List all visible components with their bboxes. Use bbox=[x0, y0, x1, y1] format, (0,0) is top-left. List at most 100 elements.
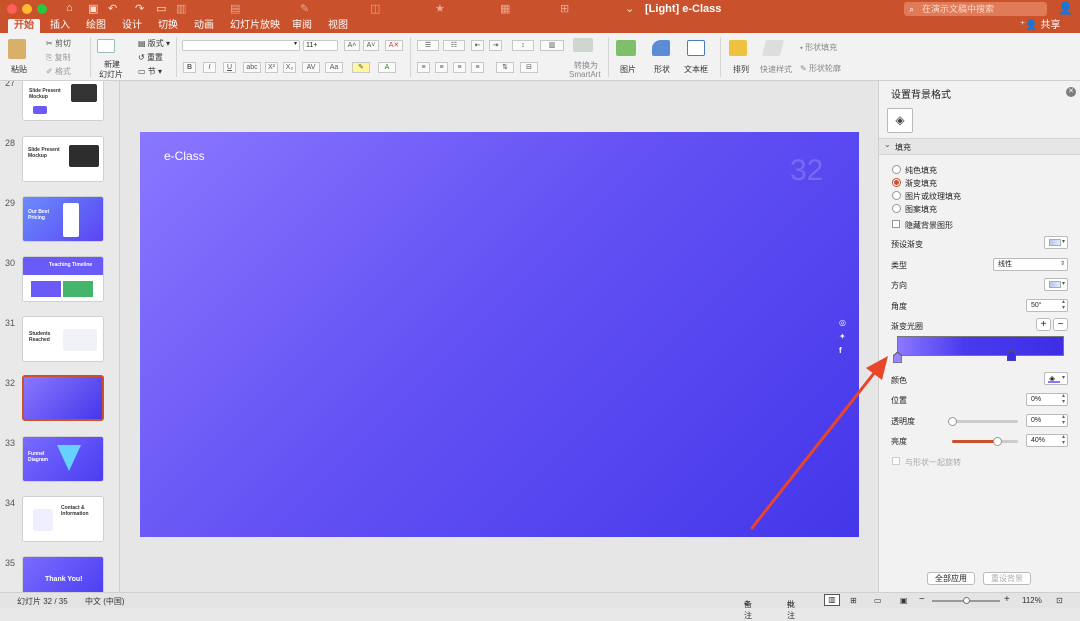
option-gradient-fill[interactable]: 渐变填充 bbox=[905, 178, 937, 189]
slide-thumbnail-27[interactable]: Slide Present Mockup bbox=[22, 81, 104, 121]
slide-thumbnail-34[interactable]: Contact & Information bbox=[22, 496, 104, 542]
add-stop-button[interactable]: + bbox=[1036, 318, 1051, 331]
underline-button[interactable]: U bbox=[223, 62, 236, 73]
highlight-button[interactable]: ✎ bbox=[352, 62, 370, 73]
numbering-button[interactable]: ☷ bbox=[443, 40, 465, 51]
shape-outline-button[interactable]: ✎ 形状轮廓 bbox=[800, 63, 841, 74]
close-panel-button[interactable]: ✕ bbox=[1066, 87, 1076, 97]
fit-to-window-icon[interactable]: ⊡ bbox=[1056, 596, 1063, 605]
normal-view-icon[interactable]: ▥ bbox=[824, 594, 840, 606]
slide-thumbnail-29[interactable]: Our Best Pricing bbox=[22, 196, 104, 242]
minimize-window-button[interactable] bbox=[22, 4, 32, 14]
zoom-level[interactable]: 112% bbox=[1022, 596, 1042, 605]
smartart-label-2[interactable]: SmartArt bbox=[569, 70, 601, 79]
strikethrough-button[interactable]: abc bbox=[243, 62, 261, 73]
tab-draw[interactable]: 绘图 bbox=[80, 19, 112, 33]
brightness-slider-handle[interactable] bbox=[993, 437, 1002, 446]
reading-view-icon[interactable]: ▭ bbox=[874, 596, 882, 605]
radio-gradient-fill[interactable] bbox=[892, 178, 901, 187]
gradient-stops-bar[interactable] bbox=[897, 336, 1064, 356]
language-status[interactable]: 中文 (中国) bbox=[85, 596, 125, 607]
decrease-font-button[interactable]: A˅ bbox=[363, 40, 379, 51]
slide-title[interactable]: e-Class bbox=[164, 149, 205, 163]
paste-label[interactable]: 粘贴 bbox=[11, 64, 27, 75]
tab-view[interactable]: 视图 bbox=[322, 19, 354, 33]
home-icon[interactable]: ⌂ bbox=[66, 2, 73, 14]
slide-thumbnail-33[interactable]: Funnel Diagram bbox=[22, 436, 104, 482]
color-dropdown[interactable]: ◈ ▾ bbox=[1044, 372, 1068, 385]
customize-toolbar-icon[interactable]: ⌄ bbox=[625, 2, 634, 15]
share-button[interactable]: ⁺👤 共享 bbox=[1020, 19, 1061, 33]
align-text-button[interactable]: ⊟ bbox=[520, 62, 538, 73]
gradient-stop-1[interactable] bbox=[1007, 350, 1016, 361]
radio-pattern-fill[interactable] bbox=[892, 204, 901, 213]
align-center-button[interactable]: ≡ bbox=[435, 62, 448, 73]
toolbar-icon[interactable]: ▦ bbox=[500, 2, 510, 15]
tab-design[interactable]: 设计 bbox=[116, 19, 148, 33]
cut-button[interactable]: ✂ 剪切 bbox=[46, 38, 71, 49]
toolbar-icon[interactable]: ▥ bbox=[176, 2, 186, 15]
picture-icon[interactable] bbox=[616, 40, 636, 56]
radio-solid-fill[interactable] bbox=[892, 165, 901, 174]
tab-home[interactable]: 开始 bbox=[8, 19, 40, 33]
reset-background-button[interactable]: 重设背景 bbox=[983, 572, 1031, 585]
textbox-label[interactable]: 文本框 bbox=[684, 64, 708, 75]
section-button[interactable]: ▭ 节 ▾ bbox=[138, 66, 162, 77]
toolbar-icon[interactable]: ▤ bbox=[230, 2, 240, 15]
zoom-out-button[interactable]: − bbox=[919, 594, 925, 605]
subscript-button[interactable]: X₂ bbox=[283, 62, 296, 73]
toolbar-icon[interactable]: ⊞ bbox=[560, 2, 569, 15]
decrease-indent-button[interactable]: ⇤ bbox=[471, 40, 484, 51]
fill-tab[interactable]: ◈ bbox=[887, 108, 913, 133]
gradient-stop-0[interactable] bbox=[893, 352, 902, 363]
slide-thumbnail-35[interactable]: Thank You! bbox=[22, 556, 104, 592]
zoom-window-button[interactable] bbox=[37, 4, 47, 14]
type-dropdown[interactable]: 线性 ⇕ bbox=[993, 258, 1068, 271]
slideshow-view-icon[interactable]: ▣ bbox=[900, 596, 908, 605]
close-window-button[interactable] bbox=[7, 4, 17, 14]
columns-button[interactable]: ▥ bbox=[540, 40, 564, 51]
clear-format-button[interactable]: A✕ bbox=[385, 40, 403, 51]
bullets-button[interactable]: ☰ bbox=[417, 40, 439, 51]
account-icon[interactable]: 👤 bbox=[1058, 1, 1073, 15]
arrange-icon[interactable] bbox=[729, 40, 747, 56]
transparency-slider[interactable] bbox=[952, 420, 1018, 423]
slide-canvas[interactable]: e-Class 32 ◎ ✦ f bbox=[140, 132, 859, 537]
increase-font-button[interactable]: A˄ bbox=[344, 40, 360, 51]
tab-insert[interactable]: 插入 bbox=[44, 19, 76, 33]
toolbar-icon[interactable]: ◫ bbox=[370, 2, 380, 15]
angle-input[interactable]: 50° ▴ ▾ bbox=[1026, 299, 1068, 312]
hide-background-checkbox[interactable] bbox=[892, 220, 900, 228]
align-right-button[interactable]: ≡ bbox=[453, 62, 466, 73]
italic-button[interactable]: I bbox=[203, 62, 216, 73]
font-family-select[interactable]: ▾ bbox=[182, 40, 300, 51]
change-case-button[interactable]: Aa bbox=[325, 62, 343, 73]
increase-indent-button[interactable]: ⇥ bbox=[489, 40, 502, 51]
slide-thumbnail-30[interactable]: Teaching Timeline bbox=[22, 256, 104, 302]
tab-animations[interactable]: 动画 bbox=[188, 19, 220, 33]
apply-to-all-button[interactable]: 全部应用 bbox=[927, 572, 975, 585]
radio-picture-fill[interactable] bbox=[892, 191, 901, 200]
new-slide-label-2[interactable]: 幻灯片 bbox=[99, 69, 123, 80]
slide-sorter-icon[interactable]: ⊞ bbox=[850, 596, 857, 605]
shape-fill-button[interactable]: ⬩ 形状填充 bbox=[800, 42, 837, 53]
justify-button[interactable]: ≡ bbox=[471, 62, 484, 73]
undo-icon[interactable]: ↶ bbox=[108, 2, 117, 15]
char-spacing-button[interactable]: AV bbox=[302, 62, 320, 73]
shape-icon[interactable] bbox=[652, 40, 670, 56]
brightness-input[interactable]: 40% ▴ ▾ bbox=[1026, 434, 1068, 447]
tab-transitions[interactable]: 切换 bbox=[152, 19, 184, 33]
tab-review[interactable]: 审阅 bbox=[286, 19, 318, 33]
slide-thumbnail-32[interactable] bbox=[22, 375, 104, 421]
line-spacing-button[interactable]: ↕ bbox=[512, 40, 534, 51]
quick-style-label[interactable]: 快速样式 bbox=[760, 64, 792, 75]
save-icon[interactable]: ▣ bbox=[88, 2, 98, 15]
preset-gradient-dropdown[interactable]: ▾ bbox=[1044, 236, 1068, 249]
slide-thumbnail-31[interactable]: Students Reached bbox=[22, 316, 104, 362]
font-size-select[interactable]: 11+ bbox=[303, 40, 338, 51]
shape-label[interactable]: 形状 bbox=[654, 64, 670, 75]
picture-label[interactable]: 图片 bbox=[620, 64, 636, 75]
slide-number[interactable]: 32 bbox=[790, 154, 823, 188]
option-pattern-fill[interactable]: 图案填充 bbox=[905, 204, 937, 215]
arrange-label[interactable]: 排列 bbox=[733, 64, 749, 75]
